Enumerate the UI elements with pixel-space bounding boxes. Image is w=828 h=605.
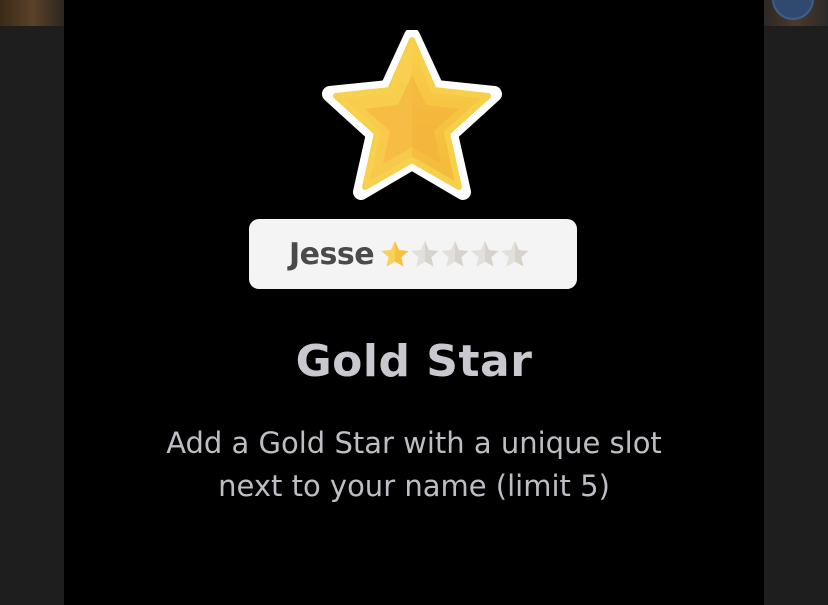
backdrop-right	[764, 26, 828, 605]
backdrop-left	[0, 26, 64, 605]
modal-description: Add a Gold Star with a unique slot next …	[166, 426, 662, 503]
gold-star-slot-icon	[381, 241, 409, 267]
empty-star-slot-icon	[411, 241, 439, 267]
gold-star-icon	[322, 30, 502, 200]
name-badge-preview: Jesse	[249, 219, 577, 289]
empty-star-slot-icon	[471, 241, 499, 267]
empty-star-slot-icon	[501, 241, 529, 267]
empty-star-slot-icon	[441, 241, 469, 267]
badge-username: Jesse	[289, 236, 375, 272]
modal-title: Gold Star	[295, 336, 533, 387]
